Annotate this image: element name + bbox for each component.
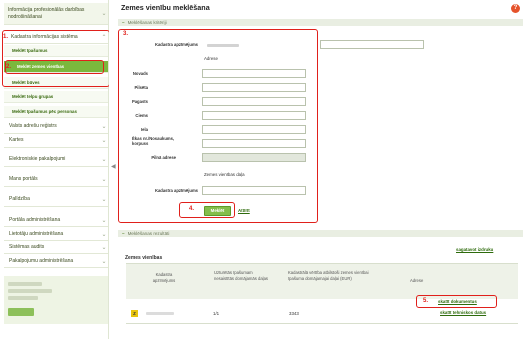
results-section-header[interactable]: – Meklēšanas rezultāti [118, 230, 523, 237]
land-part-heading: Zemes vienības daļa [204, 172, 245, 177]
sidebar-item-service-admin[interactable]: Pakalpojumu administrēšana ⌄ [4, 255, 108, 268]
sidebar-item-maps[interactable]: Kartes ⌄ [4, 134, 108, 148]
view-details-link[interactable]: skatīt tehniskos datus [440, 310, 486, 315]
sidebar-item-label: Elektroniskie pakalpojumi [9, 156, 66, 162]
sidebar-item-label: Sistēmas audits [9, 243, 45, 250]
clear-link[interactable]: Attīrīt [238, 208, 250, 213]
part-cadastre-input[interactable] [202, 186, 306, 195]
collapse-icon: – [122, 231, 125, 236]
criteria-section-header[interactable]: – Meklēšanas kritēriji [118, 19, 523, 26]
part-cadastre-label: Kadastra apzīmējums [154, 188, 198, 193]
sidebar-item-label: Portāla administrēšana [9, 216, 61, 223]
column-header: Uzturētās īpašumam nesaistītās domājamās… [214, 270, 268, 281]
user-panel [4, 276, 108, 324]
chevron-down-icon: ⌄ [101, 11, 107, 17]
column-header: Adrese [410, 278, 424, 283]
sidebar-item-label: Pakalpojumu administrēšana [9, 257, 74, 264]
collapse-icon: – [122, 20, 125, 25]
chevron-down-icon: ⌄ [101, 177, 107, 183]
search-button[interactable]: Meklēt [204, 206, 231, 216]
annotation-number-1: 1. [3, 34, 9, 40]
sidebar-item-label: Palīdzība [9, 196, 30, 202]
help-icon[interactable]: ? [511, 4, 520, 13]
sidebar: Informācija profesionālās darbības nodro… [0, 0, 110, 339]
county-input[interactable] [202, 69, 306, 78]
chevron-down-icon: ⌄ [101, 258, 107, 265]
collapse-left-icon[interactable]: ◀ [111, 163, 116, 170]
section-title: Meklēšanas rezultāti [127, 231, 170, 236]
redacted-text [8, 289, 52, 293]
house-input[interactable] [202, 139, 306, 148]
main-content: Zemes vienību meklēšana ? – Meklēšanas k… [118, 0, 523, 339]
logout-button[interactable] [8, 308, 34, 316]
full-address-label: Pilnā adrese [151, 155, 176, 160]
column-header: Kadastra apzīmējums [152, 272, 176, 283]
sidebar-item-portal-admin[interactable]: Portāla administrēšana ⌄ [4, 214, 108, 227]
annotation-number-2: 2. [6, 64, 12, 70]
annotation-number-4: 4. [189, 206, 195, 212]
sidebar-item-label: Kartes [9, 137, 24, 143]
village-label: Ciems [135, 113, 148, 118]
results-table-header: Kadastra apzīmējums Uzturētās īpašumam n… [126, 263, 518, 299]
cadastre-label: Kadastra apzīmējums [154, 42, 198, 47]
share-cell: 1/1 [213, 311, 220, 316]
redacted-text [8, 296, 38, 300]
parish-label: Pagasts [131, 99, 148, 104]
chevron-down-icon: ⌄ [101, 197, 107, 203]
sidebar-splitter[interactable]: ◀ [109, 0, 118, 339]
sidebar-item-label: Lietotāju administrēšana [9, 230, 64, 237]
sidebar-item-help[interactable]: Palīdzība ⌄ [4, 193, 108, 207]
chevron-down-icon: ⌄ [101, 138, 107, 144]
house-label: Ēkas nr./Nosaukums, korpuss [132, 136, 175, 146]
sidebar-subitem-label: Meklēt telpu grupas [12, 94, 54, 99]
town-label: Pilsēta [134, 85, 148, 90]
annotation-number-3: 3. [123, 31, 129, 37]
village-input[interactable] [202, 111, 306, 120]
sidebar-item-e-services[interactable]: Elektroniskie pakalpojumi ⌄ [4, 153, 108, 167]
county-label: Novads [132, 71, 148, 76]
redacted-text [146, 312, 174, 315]
redacted-text [8, 282, 42, 286]
view-documents-link[interactable]: skatīt dokumentus [438, 299, 477, 304]
status-badge: Z [131, 310, 138, 317]
redacted-text [207, 44, 239, 47]
column-header: Kadastrālā vērtība atbilstoši zemes vien… [288, 270, 369, 281]
annotation-number-5: 5. [423, 298, 429, 304]
sidebar-item-professional-info[interactable]: Informācija profesionālās darbības nodro… [4, 3, 108, 25]
parish-input[interactable] [202, 97, 306, 106]
chevron-down-icon: ⌄ [101, 217, 107, 224]
page-title: Zemes vienību meklēšana [121, 3, 210, 12]
sidebar-item-label: Informācija profesionālās darbības nodro… [8, 6, 85, 20]
results-table-title: Zemes vienības [125, 255, 163, 261]
sidebar-item-system-audit[interactable]: Sistēmas audits ⌄ [4, 241, 108, 254]
chevron-down-icon: ⌄ [101, 244, 107, 251]
address-heading: Adrese [204, 56, 218, 61]
cadastre-input[interactable] [320, 40, 424, 49]
value-cell: 3343 [289, 311, 299, 316]
sidebar-item-label: Mans portāls [9, 176, 38, 182]
chevron-down-icon: ⌄ [101, 231, 107, 238]
town-input[interactable] [202, 83, 306, 92]
section-title: Meklēšanas kritēriji [127, 20, 167, 25]
full-address-input [202, 153, 306, 162]
street-label: Iela [141, 127, 148, 132]
divider [126, 323, 518, 324]
street-input[interactable] [202, 125, 306, 134]
annotation-box-1 [2, 30, 110, 87]
print-link[interactable]: sagatavot izdruku [456, 247, 493, 252]
sidebar-item-my-portal[interactable]: Mans portāls ⌄ [4, 173, 108, 187]
sidebar-item-user-admin[interactable]: Lietotāju administrēšana ⌄ [4, 228, 108, 241]
